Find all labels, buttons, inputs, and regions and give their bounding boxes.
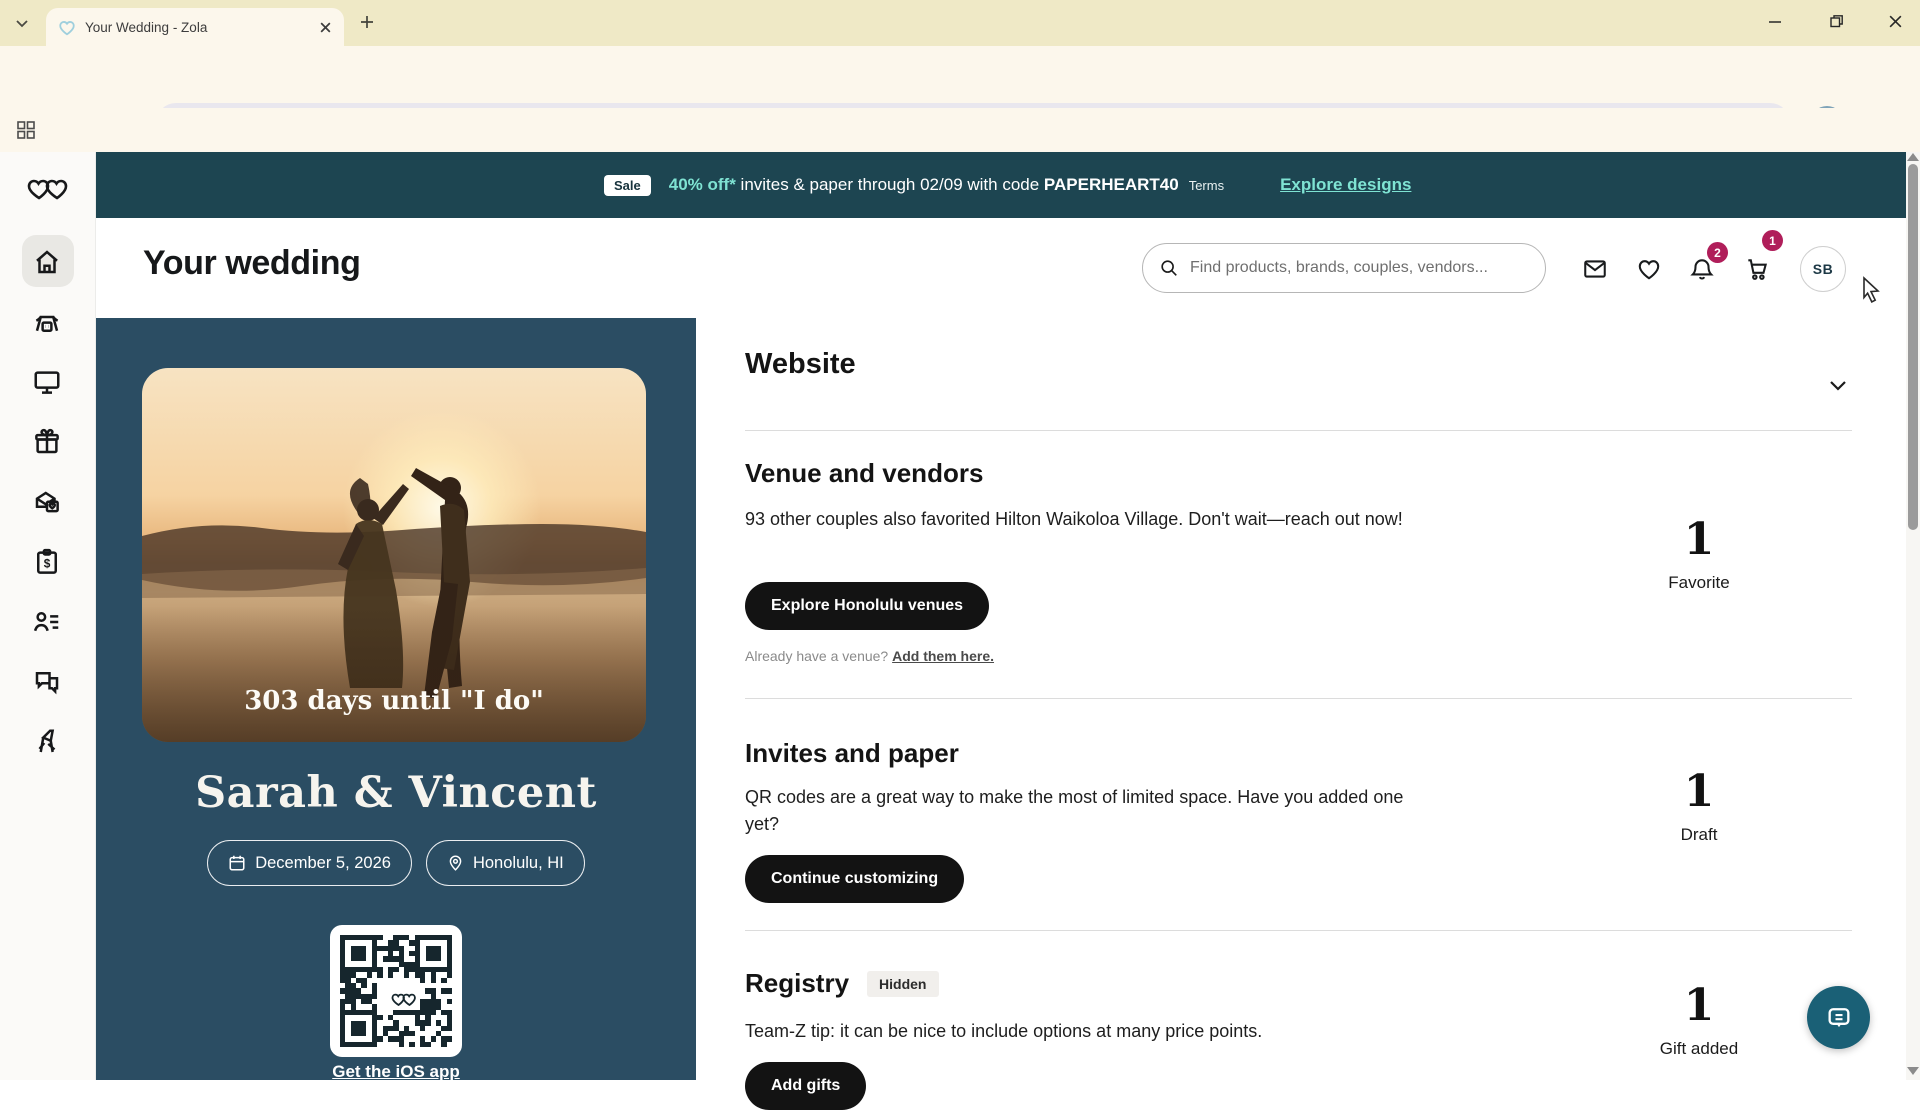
couple-photo: 303 days until "I do" bbox=[142, 368, 646, 742]
bookmarks-bar bbox=[0, 108, 1920, 152]
registry-stat-label: Gift added bbox=[1624, 1039, 1774, 1059]
explore-venues-button[interactable]: Explore Honolulu venues bbox=[745, 582, 989, 630]
banner-terms-link[interactable]: Terms bbox=[1189, 178, 1224, 193]
divider bbox=[745, 698, 1852, 699]
venue-stat-value: 1 bbox=[1624, 514, 1774, 565]
registry-stat: 1 Gift added bbox=[1624, 980, 1774, 1059]
browser-tab[interactable]: Your Wedding - Zola bbox=[46, 8, 344, 46]
invites-stat-value: 1 bbox=[1624, 766, 1774, 817]
wedding-meta-row: December 5, 2026 Honolulu, HI bbox=[96, 840, 696, 886]
app-sidebar: $ bbox=[0, 152, 96, 1080]
tab-close-icon[interactable] bbox=[319, 21, 332, 34]
scrollbar-up-arrow[interactable] bbox=[1907, 153, 1919, 161]
invites-icon[interactable] bbox=[32, 488, 62, 518]
website-icon[interactable] bbox=[32, 367, 62, 397]
location-pin-icon bbox=[447, 854, 464, 872]
chat-support-button[interactable] bbox=[1807, 986, 1870, 1049]
home-icon[interactable] bbox=[32, 247, 62, 277]
invites-stat-label: Draft bbox=[1624, 825, 1774, 845]
search-icon bbox=[1159, 258, 1179, 278]
section-title-registry: Registry bbox=[745, 968, 849, 999]
ios-app-link[interactable]: Get the iOS app bbox=[96, 1062, 696, 1082]
checklist-content: Website Venue and vendors 93 other coupl… bbox=[696, 318, 1906, 1080]
calendar-icon bbox=[228, 854, 246, 872]
venue-description: 93 other couples also favorited Hilton W… bbox=[745, 506, 1403, 533]
chat-bubble-icon bbox=[1825, 1004, 1853, 1032]
venue-stat: 1 Favorite bbox=[1624, 514, 1774, 593]
chevron-down-icon[interactable] bbox=[1826, 373, 1850, 397]
favorites-heart-icon[interactable] bbox=[1635, 256, 1663, 282]
favicon-zola-heart-icon bbox=[58, 19, 76, 36]
section-title-website: Website bbox=[745, 348, 856, 381]
registry-gift-icon[interactable] bbox=[32, 427, 62, 457]
seating-icon[interactable] bbox=[32, 727, 62, 757]
new-tab-button[interactable] bbox=[358, 13, 376, 31]
apps-grid-icon[interactable] bbox=[16, 120, 36, 140]
advice-icon[interactable] bbox=[32, 667, 62, 697]
promo-banner: Sale 40% off* invites & paper through 02… bbox=[96, 152, 1906, 218]
cart-badge: 1 bbox=[1762, 230, 1783, 251]
add-gifts-button[interactable]: Add gifts bbox=[745, 1062, 866, 1110]
page-main: Sale 40% off* invites & paper through 02… bbox=[96, 152, 1906, 1080]
qr-code bbox=[330, 925, 462, 1057]
window-minimize-button[interactable] bbox=[1768, 14, 1782, 28]
banner-text: invites & paper through 02/09 with code bbox=[736, 175, 1044, 195]
messages-envelope-icon[interactable] bbox=[1581, 256, 1609, 282]
divider bbox=[745, 930, 1852, 931]
venues-icon[interactable] bbox=[32, 307, 62, 337]
browser-toolbar: zola.com/wedding/manage S ⋮ bbox=[0, 46, 1920, 108]
registry-description: Team-Z tip: it can be nice to include op… bbox=[745, 1018, 1262, 1045]
registry-hidden-badge: Hidden bbox=[867, 971, 938, 997]
section-title-invites: Invites and paper bbox=[745, 738, 959, 769]
couple-names: Sarah & Vincent bbox=[96, 768, 696, 818]
continue-customizing-button[interactable]: Continue customizing bbox=[745, 855, 964, 903]
section-title-venue: Venue and vendors bbox=[745, 458, 983, 489]
divider bbox=[745, 430, 1852, 431]
svg-text:$: $ bbox=[44, 556, 51, 570]
invites-description: QR codes are a great way to make the mos… bbox=[745, 784, 1440, 838]
sale-chip: Sale bbox=[604, 175, 651, 196]
qr-zola-hearts-icon bbox=[386, 989, 422, 1010]
invites-stat: 1 Draft bbox=[1624, 766, 1774, 845]
tab-title: Your Wedding - Zola bbox=[85, 20, 310, 35]
countdown-text: 303 days until "I do" bbox=[142, 686, 646, 716]
guest-list-icon[interactable] bbox=[32, 607, 62, 637]
registry-header-row: Registry Hidden bbox=[745, 968, 939, 999]
banner-highlight: 40% off* bbox=[669, 175, 736, 195]
photo-shade bbox=[142, 606, 646, 742]
venue-stat-label: Favorite bbox=[1624, 573, 1774, 593]
account-avatar[interactable]: SB bbox=[1800, 246, 1846, 292]
notifications-badge: 2 bbox=[1707, 242, 1728, 263]
page-header: Your wedding 2 1 SB bbox=[96, 218, 1906, 318]
venue-note: Already have a venue? Add them here. bbox=[745, 648, 994, 664]
scrollbar-down-arrow[interactable] bbox=[1907, 1067, 1919, 1075]
budget-icon[interactable]: $ bbox=[32, 547, 62, 577]
window-restore-button[interactable] bbox=[1829, 14, 1844, 29]
banner-explore-link[interactable]: Explore designs bbox=[1280, 175, 1411, 195]
page-title: Your wedding bbox=[143, 244, 360, 283]
banner-code: PAPERHEART40 bbox=[1044, 175, 1179, 195]
zola-logo[interactable] bbox=[25, 175, 71, 203]
tab-search-icon[interactable] bbox=[14, 15, 30, 31]
search-input[interactable] bbox=[1190, 259, 1529, 277]
cart-icon[interactable] bbox=[1743, 256, 1771, 282]
wedding-location-pill[interactable]: Honolulu, HI bbox=[426, 840, 585, 886]
mouse-cursor bbox=[1858, 276, 1884, 304]
wedding-summary-panel: 303 days until "I do" Sarah & Vincent De… bbox=[96, 318, 696, 1080]
window-close-button[interactable] bbox=[1888, 14, 1903, 29]
registry-stat-value: 1 bbox=[1624, 980, 1774, 1031]
search-bar[interactable] bbox=[1142, 243, 1546, 293]
scrollbar-thumb[interactable] bbox=[1908, 164, 1918, 530]
browser-titlebar: Your Wedding - Zola bbox=[0, 0, 1920, 46]
add-venue-link[interactable]: Add them here. bbox=[892, 648, 994, 664]
wedding-date-pill[interactable]: December 5, 2026 bbox=[207, 840, 412, 886]
